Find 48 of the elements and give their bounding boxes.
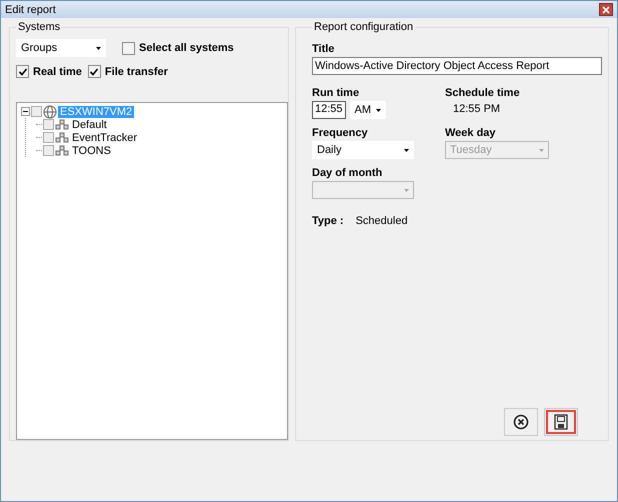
checkbox[interactable] [31,106,42,117]
checkbox-label: Select all systems [139,42,234,54]
network-icon [55,118,69,130]
cancel-button[interactable] [504,408,538,436]
group-label: Report configuration [313,21,414,33]
group-label: Systems [17,21,62,33]
type-value: Scheduled [356,215,408,227]
title-field[interactable]: Windows-Active Directory Object Access Report [312,57,602,75]
dropdown-arrow-icon [404,188,409,192]
checkbox[interactable] [43,119,54,130]
checkbox[interactable] [43,132,54,143]
close-icon [602,6,610,14]
checkbox[interactable] [43,145,54,156]
group-dropdown[interactable]: Groups [16,39,106,57]
tree-item[interactable]: EventTracker [70,132,140,144]
field-label: Schedule time [445,87,521,99]
window-title: Edit report [5,4,56,16]
dropdown-arrow-icon [539,148,544,152]
dropdown-arrow-icon [376,108,381,112]
network-icon [55,144,69,156]
close-button[interactable] [599,3,613,16]
collapse-icon[interactable] [21,107,30,116]
checkbox[interactable] [88,65,101,78]
checkbox-label: File transfer [104,66,168,78]
checkbox-label: Real time [33,66,82,78]
cancel-icon [513,414,529,430]
field-label: Title [312,43,336,55]
frequency-dropdown[interactable]: Daily [312,141,414,159]
checkbox[interactable] [122,42,135,54]
ampm-dropdown[interactable]: AM [350,101,386,119]
tree-item[interactable]: TOONS [70,144,113,156]
checkbox[interactable] [16,65,29,78]
field-label: Day of month [312,167,384,179]
option-checkbox[interactable]: File transfer [88,65,168,78]
field-label: Run time [312,87,360,99]
network-icon [55,132,69,144]
type-label: Type : [312,215,344,227]
dropdown-arrow-icon [96,46,101,50]
dropdown-arrow-icon [404,148,409,152]
globe-icon [43,104,57,118]
field-label: Week day [445,127,497,139]
tree-item[interactable]: Default [70,118,109,130]
option-checkbox[interactable]: Real time [16,65,82,78]
schedule-time-value: 12:55 PM [452,102,502,117]
select-all-checkbox[interactable]: Select all systems [122,42,234,54]
time-field[interactable]: 12:55 [312,101,346,119]
field-label: Frequency [312,127,369,139]
save-button[interactable] [544,408,578,436]
